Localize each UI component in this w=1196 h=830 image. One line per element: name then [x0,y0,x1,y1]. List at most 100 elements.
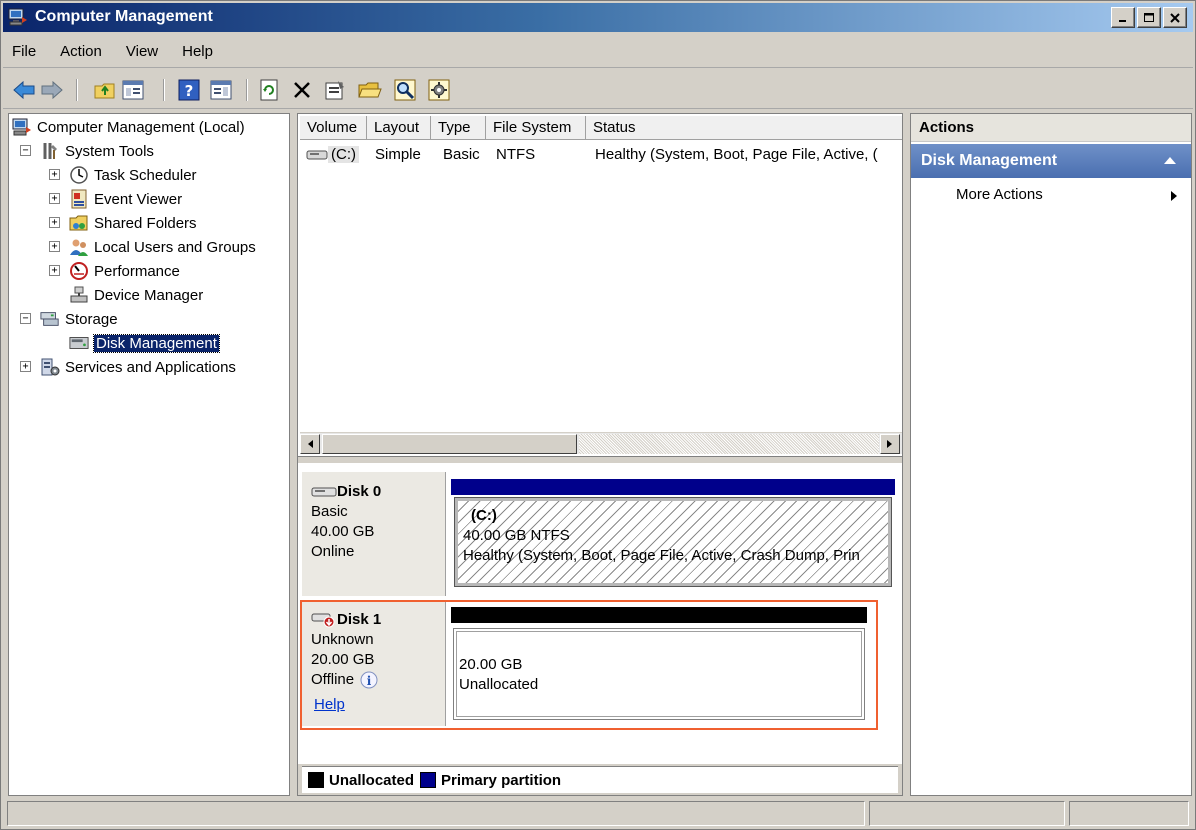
disk-0-info[interactable]: Disk 0 Basic 40.00 GB Online [302,472,446,596]
console-tree: Computer Management (Local) − System Too… [8,113,290,796]
scroll-thumb[interactable] [322,434,577,454]
title-bar[interactable]: Computer Management [3,3,1193,32]
more-actions-item[interactable]: More Actions [956,186,1043,203]
expand-local-users-toggle[interactable]: + [49,241,60,252]
delete-icon [294,82,310,98]
menu-help[interactable]: Help [182,43,213,60]
search-button[interactable] [393,78,417,102]
open-button[interactable] [358,78,382,102]
tree-label: Storage [65,310,118,328]
menu-bar: File Action View Help [3,35,1193,68]
tree-label: Services and Applications [65,358,236,376]
column-header-volume[interactable]: Volume [300,116,367,140]
menu-file[interactable]: File [12,43,36,60]
tree-label: Event Viewer [94,190,183,208]
triangle-left-icon [308,440,313,448]
collapse-storage-toggle[interactable]: − [20,313,31,324]
tree-item-task-scheduler[interactable]: Task Scheduler [69,164,197,186]
show-hide-action-pane-button[interactable] [209,78,233,102]
settings-icon [428,79,450,101]
tree-label-selected: Disk Management [93,333,220,353]
column-header-status[interactable]: Status [586,116,902,140]
up-button[interactable] [93,78,117,102]
maximize-button[interactable] [1137,7,1161,28]
computer-management-icon [12,117,32,137]
expand-services-toggle[interactable]: + [20,361,31,372]
menu-action[interactable]: Action [60,43,102,60]
close-icon [1170,12,1180,23]
legend-label: Primary partition [441,771,562,789]
tree-item-root[interactable]: Computer Management (Local) [12,116,245,138]
magnify-icon [394,79,416,101]
collapse-system-tools-toggle[interactable]: − [20,145,31,156]
expand-event-viewer-toggle[interactable]: + [49,193,60,204]
properties-button[interactable] [323,78,347,102]
scroll-left-button[interactable] [300,434,320,454]
triangle-up-icon[interactable] [1163,156,1177,165]
expand-shared-folders-toggle[interactable]: + [49,217,60,228]
menu-view[interactable]: View [126,43,158,60]
tree-item-system-tools[interactable]: System Tools [40,140,154,162]
column-header-file-system[interactable]: File System [486,116,586,140]
window-title: Computer Management [35,8,213,25]
disk-size: 20.00 GB [311,651,375,668]
arrow-left-icon [13,81,35,99]
show-hide-tree-button[interactable] [121,78,145,102]
actions-group-disk-management[interactable]: Disk Management [911,144,1191,178]
tree-label: Local Users and Groups [94,238,256,256]
tree-label: Shared Folders [94,214,197,232]
back-button[interactable] [12,78,36,102]
pane-splitter[interactable] [298,456,902,464]
partition-unallocated[interactable]: 20.00 GB Unallocated [453,628,865,720]
partition-size: 20.00 GB [459,656,523,673]
forward-button[interactable] [40,78,64,102]
disk-size: 40.00 GB [311,523,375,540]
tree-item-local-users-and-groups[interactable]: Local Users and Groups [69,236,256,258]
tree-item-storage[interactable]: Storage [40,308,118,330]
actions-pane: Actions Disk Management More Actions [910,113,1192,796]
column-header-layout[interactable]: Layout [367,116,431,140]
triangle-right-icon[interactable] [1170,190,1178,202]
actions-header: Actions [911,114,1191,142]
tree-item-disk-management[interactable]: Disk Management [69,332,220,354]
tree-item-performance[interactable]: Performance [69,260,180,282]
status-bar [3,799,1193,827]
tree-item-shared-folders[interactable]: Shared Folders [69,212,197,234]
tools-icon [40,141,60,161]
expand-performance-toggle[interactable]: + [49,265,60,276]
horizontal-scrollbar[interactable] [300,432,902,454]
settings-button[interactable] [427,78,451,102]
minimize-button[interactable] [1111,7,1135,28]
tree-item-event-viewer[interactable]: Event Viewer [69,188,182,210]
disk-management-icon [69,333,89,353]
delete-button[interactable] [290,78,314,102]
help-button[interactable]: ? [177,78,201,102]
disk-1-info[interactable]: Disk 1 Unknown 20.00 GB Offline i Help [302,602,446,726]
refresh-button[interactable] [257,78,281,102]
status-panel-main [7,801,865,826]
open-folder-icon [358,82,382,98]
close-button[interactable] [1163,7,1187,28]
console-tree-icon [122,80,144,100]
storage-icon [40,309,60,329]
scroll-track[interactable] [579,434,879,454]
maximize-icon [1144,12,1154,22]
computer-management-icon [8,8,28,27]
scroll-right-button[interactable] [880,434,900,454]
expand-task-scheduler-toggle[interactable]: + [49,169,60,180]
partition-c[interactable]: (C:) 40.00 GB NTFS Healthy (System, Boot… [454,497,892,587]
tree-item-services-and-applications[interactable]: Services and Applications [40,356,236,378]
tree-label: Performance [94,262,180,280]
device-manager-icon [69,285,89,305]
help-link[interactable]: Help [314,696,345,713]
cell-layout: Simple [375,146,421,163]
partition-color-bar [451,479,895,495]
svg-text:?: ? [185,82,194,100]
clock-icon [69,165,89,185]
tree-item-device-manager[interactable]: Device Manager [69,284,203,306]
legend-swatch-unallocated [308,772,324,788]
tree-label: Computer Management (Local) [37,118,245,136]
column-header-type[interactable]: Type [431,116,486,140]
partition-status: Unallocated [459,676,539,693]
info-icon[interactable]: i [358,670,380,690]
